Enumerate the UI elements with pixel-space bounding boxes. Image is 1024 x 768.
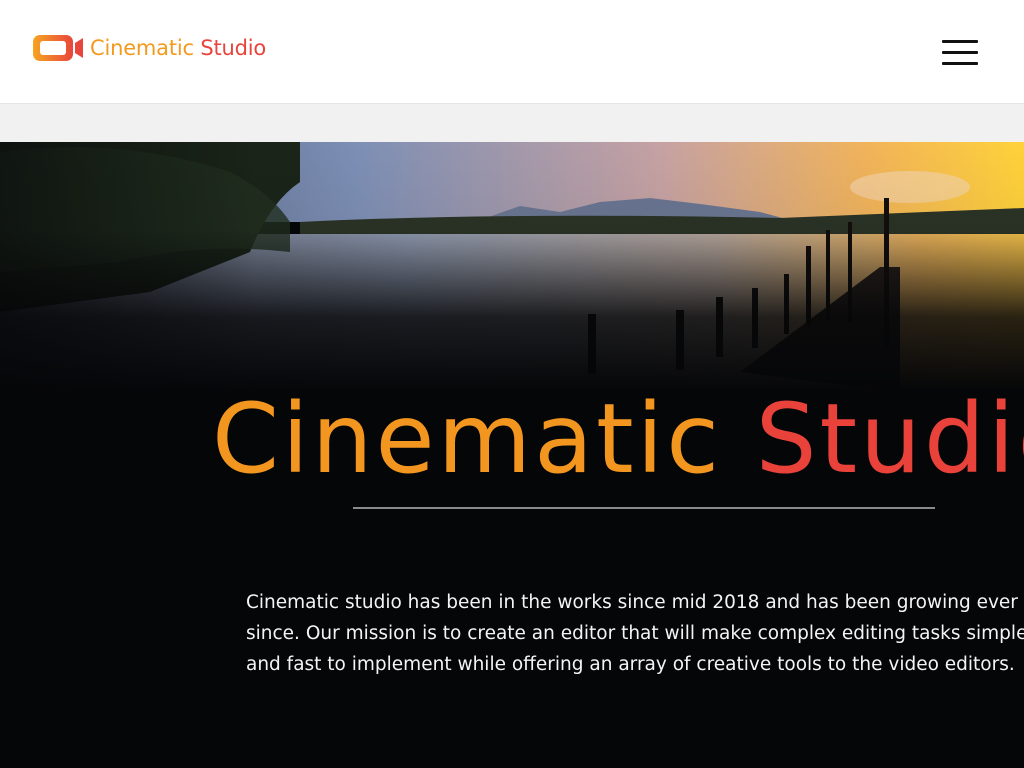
- title-divider: [353, 507, 935, 509]
- menu-bar-bottom: [942, 62, 978, 65]
- menu-bar-top: [942, 40, 978, 43]
- video-camera-icon: [33, 35, 83, 61]
- hero-title-word-2: Studio: [755, 383, 1024, 495]
- brand-name: Cinematic Studio: [90, 36, 266, 60]
- hero-title: Cinematic Studio: [212, 384, 1024, 494]
- menu-bar-middle: [942, 51, 978, 54]
- header-spacer: [0, 104, 1024, 142]
- site-header: Cinematic Studio: [0, 0, 1024, 104]
- logo-link[interactable]: Cinematic Studio: [32, 34, 266, 62]
- hero-title-word-1: Cinematic: [212, 383, 723, 495]
- brand-name-word-1: Cinematic: [90, 36, 194, 60]
- hamburger-menu-icon[interactable]: [938, 36, 982, 68]
- hero-description: Cinematic studio has been in the works s…: [246, 592, 1024, 675]
- brand-name-word-2: Studio: [200, 36, 267, 60]
- hero-section: Cinematic Studio Cinematic studio has be…: [0, 142, 1024, 768]
